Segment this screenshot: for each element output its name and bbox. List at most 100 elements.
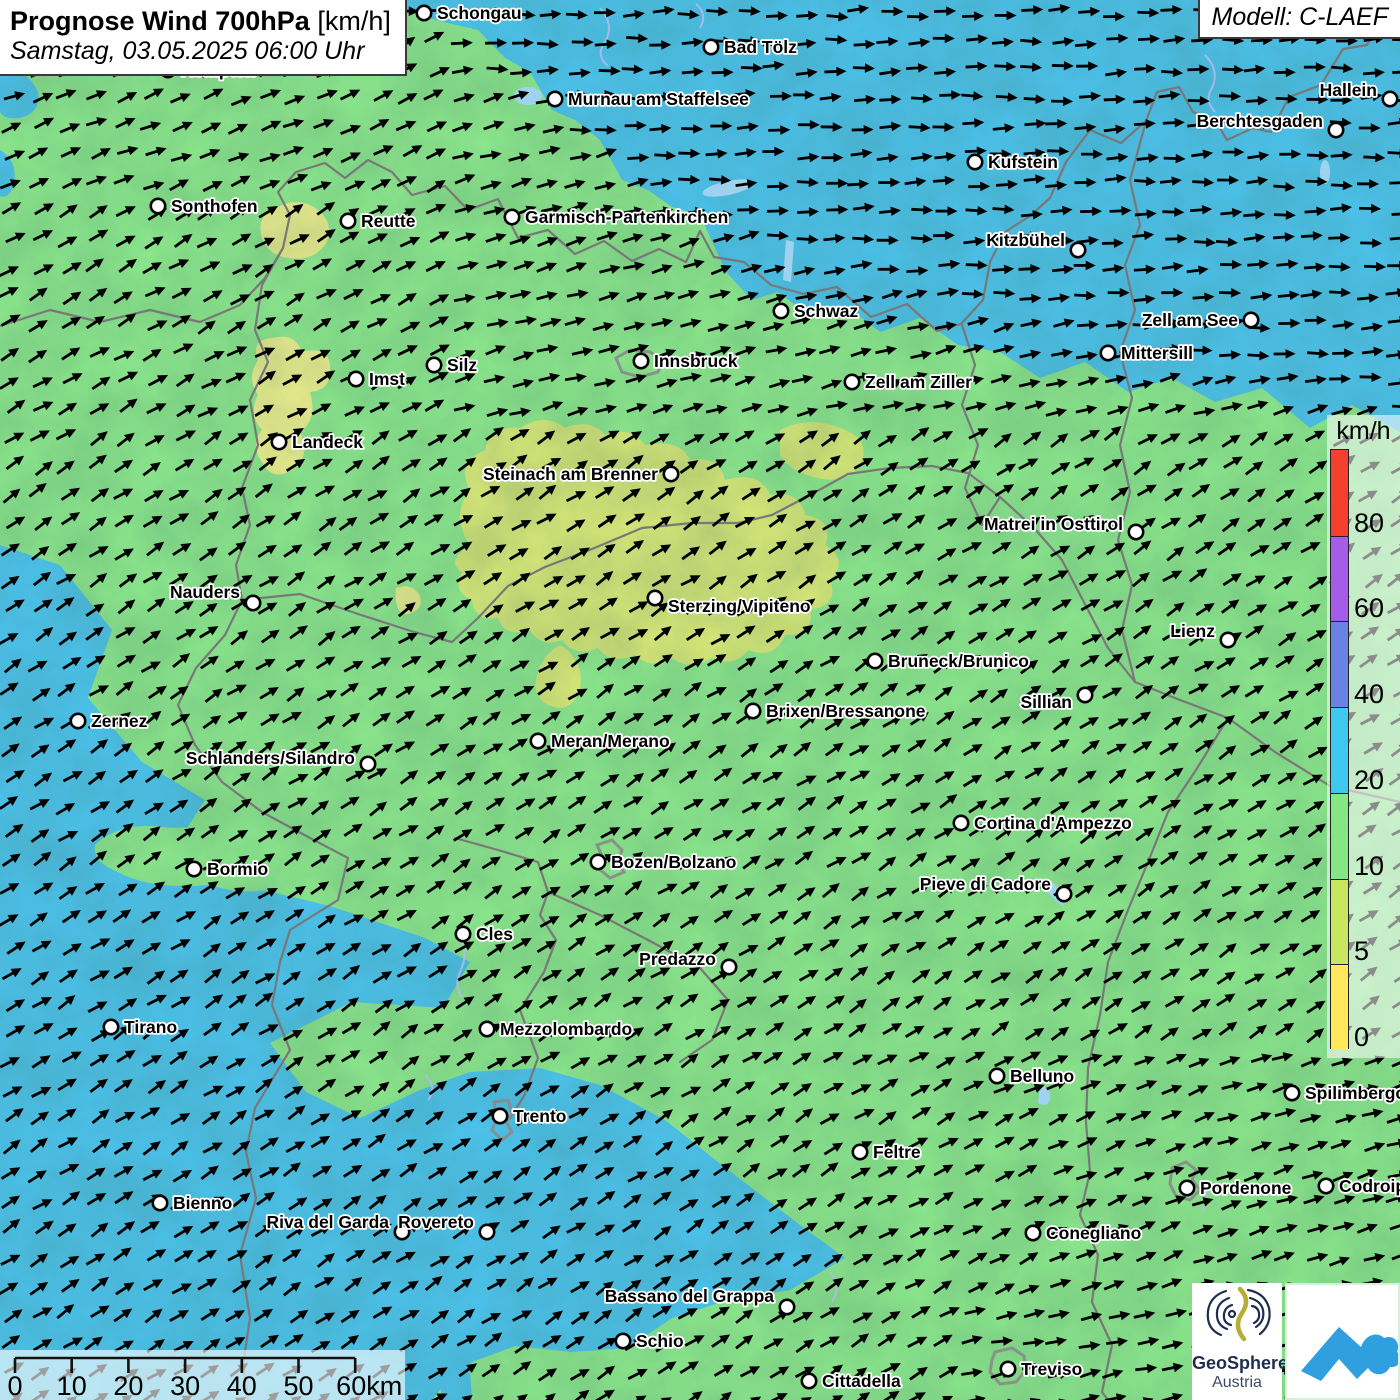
city-label: Pordenone: [1200, 1178, 1292, 1198]
city-marker: [71, 714, 85, 728]
city-label: Steinach am Brenner: [483, 464, 658, 484]
city-label: Hallein: [1320, 80, 1377, 100]
city-marker: [664, 467, 678, 481]
city-label: Sterzing/Vipiteno: [668, 596, 811, 616]
scalebar-label: 40: [227, 1371, 257, 1400]
city-label: Tirano: [124, 1017, 177, 1037]
geosphere-logo: GeoSphere Austria: [1192, 1283, 1282, 1400]
city-marker: [187, 862, 201, 876]
legend-tick-label: 0: [1354, 1024, 1369, 1051]
legend-segment: [1331, 536, 1348, 622]
city-label: Bassano del Grappa: [605, 1286, 774, 1306]
city-marker: [746, 704, 760, 718]
city-marker: [774, 304, 788, 318]
city-marker: [968, 155, 982, 169]
geosphere-fingerprint-icon: [1192, 1283, 1282, 1349]
city-label: Bad Tölz: [724, 37, 797, 57]
city-marker: [493, 1109, 507, 1123]
city-label: Riva del Garda: [266, 1212, 389, 1232]
city-label: Bruneck/Brunico: [888, 651, 1029, 671]
city-label: Sillian: [1020, 692, 1072, 712]
city-label: Murnau am Staffelsee: [568, 89, 749, 109]
city-marker: [1244, 313, 1258, 327]
city-marker: [591, 855, 605, 869]
city-label: Conegliano: [1046, 1223, 1141, 1243]
city-label: Imst: [369, 369, 405, 389]
city-marker: [1383, 92, 1397, 106]
legend-tick-label: 80: [1354, 510, 1384, 537]
city-marker: [1101, 346, 1115, 360]
city-marker: [704, 40, 718, 54]
city-label: Spilimbergo: [1305, 1083, 1400, 1103]
city-label: Schio: [636, 1331, 684, 1351]
scalebar-panel: 0102030405060km: [0, 1350, 405, 1400]
city-marker: [1319, 1179, 1333, 1193]
legend-tick-label: 10: [1354, 853, 1384, 880]
city-marker: [417, 6, 431, 20]
scalebar-label: 50: [283, 1371, 313, 1400]
city-label: Trento: [513, 1106, 566, 1126]
city-marker: [634, 354, 648, 368]
legend-unit-label: km/h: [1327, 417, 1400, 446]
city-label: Nauders: [170, 582, 240, 602]
title-box: Prognose Wind 700hPa [km/h] Samstag, 03.…: [0, 0, 407, 76]
city-label: Landeck: [292, 432, 363, 452]
city-marker: [505, 210, 519, 224]
city-label: Zernez: [91, 711, 148, 731]
city-label: Schlanders/Silandro: [186, 748, 355, 768]
city-marker: [802, 1374, 816, 1388]
legend-segment: [1331, 879, 1348, 965]
legend-panel: km/h 806040201050: [1327, 415, 1400, 1058]
scalebar-label: 0: [7, 1371, 22, 1400]
city-label: Bozen/Bolzano: [611, 852, 736, 872]
city-label: Innsbruck: [654, 351, 738, 371]
city-marker: [480, 1022, 494, 1036]
city-label: Silz: [447, 355, 477, 375]
city-label: Garmisch-Partenkirchen: [525, 207, 728, 227]
city-marker: [780, 1300, 794, 1314]
mountain-cloud-icon: [1287, 1285, 1398, 1398]
scalebar-label: 10: [57, 1371, 87, 1400]
city-marker: [272, 435, 286, 449]
city-label: Mittersill: [1121, 343, 1193, 363]
legend-tick-label: 20: [1354, 767, 1384, 794]
city-marker: [104, 1020, 118, 1034]
city-label: Cittadella: [822, 1371, 901, 1391]
city-label: Pieve di Cadore: [920, 874, 1052, 894]
map-graphic: SchongauBad TölzKemptenMurnau am Staffel…: [0, 0, 1400, 1400]
city-marker: [648, 591, 662, 605]
city-label: Mezzolombardo: [500, 1019, 632, 1039]
city-label: Schongau: [437, 3, 522, 23]
weather-map-canvas: SchongauBad TölzKemptenMurnau am Staffel…: [0, 0, 1400, 1400]
scalebar-label: 60km: [336, 1371, 402, 1400]
geosphere-wordmark: GeoSphere: [1192, 1354, 1282, 1374]
city-marker: [616, 1334, 630, 1348]
scalebar-ruler: 0102030405060km: [0, 1350, 405, 1400]
legend-segment: [1331, 793, 1348, 879]
city-marker: [480, 1225, 494, 1239]
city-label: Reutte: [361, 211, 416, 231]
city-label: Bienno: [173, 1193, 232, 1213]
city-marker: [246, 596, 260, 610]
city-marker: [1329, 123, 1343, 137]
partner-logo: [1285, 1283, 1400, 1400]
city-marker: [341, 214, 355, 228]
model-label: Modell: C-LAEF: [1198, 0, 1400, 39]
city-label: Sonthofen: [171, 196, 258, 216]
city-label: Zell am Ziller: [865, 372, 972, 392]
city-label: Predazzo: [639, 949, 716, 969]
city-marker: [1221, 633, 1235, 647]
legend-segment: [1331, 707, 1348, 793]
city-marker: [1026, 1226, 1040, 1240]
legend-segment: [1331, 964, 1348, 1050]
city-marker: [954, 816, 968, 830]
city-marker: [456, 927, 470, 941]
city-marker: [151, 199, 165, 213]
scalebar-label: 20: [113, 1371, 143, 1400]
city-label: Cles: [476, 924, 513, 944]
city-marker: [153, 1196, 167, 1210]
city-label: Feltre: [873, 1142, 921, 1162]
geosphere-country: Austria: [1192, 1374, 1282, 1392]
city-marker: [1078, 688, 1092, 702]
city-label: Berchtesgaden: [1197, 111, 1323, 131]
